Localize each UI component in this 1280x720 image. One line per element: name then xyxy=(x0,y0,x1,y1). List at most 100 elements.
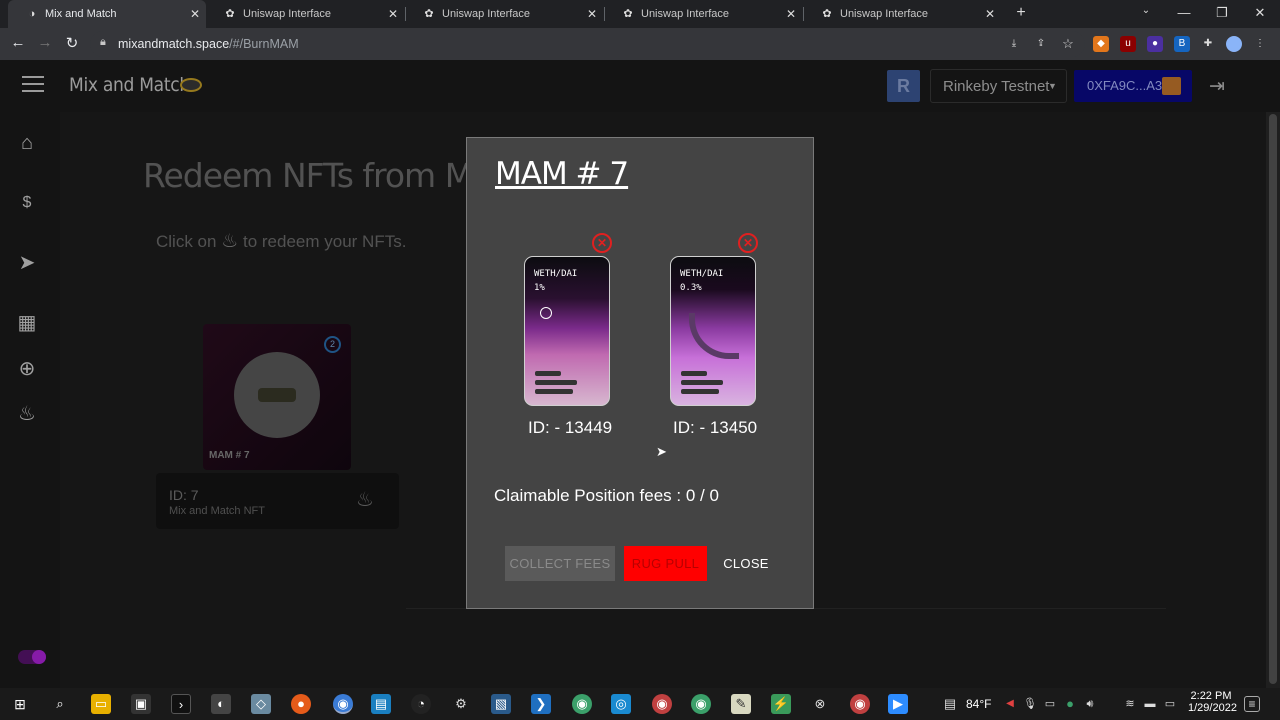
position-info-pill xyxy=(535,371,561,376)
tab-close-icon[interactable]: ✕ xyxy=(388,7,398,21)
position-id: ID: - 13450 xyxy=(673,418,758,437)
chrome-icon[interactable]: ◉ xyxy=(572,694,592,714)
new-tab-plus-icon[interactable]: + xyxy=(1011,4,1031,22)
remove-position-icon[interactable]: ✕ xyxy=(738,233,758,253)
tray-icon[interactable]: ● xyxy=(1060,694,1080,714)
news-widget-icon[interactable]: ▤ xyxy=(940,694,960,714)
mouse-cursor-icon: ➤ xyxy=(656,444,667,459)
position-pair: WETH/DAI xyxy=(680,269,724,279)
wifi-icon[interactable]: ≋ xyxy=(1120,694,1140,714)
tab-uniswap-3[interactable]: ✿ Uniswap Interface ✕ xyxy=(604,0,802,28)
clock[interactable]: 2:22 PM 1/29/2022 xyxy=(1188,690,1237,714)
mix-and-match-favicon-icon: ◑ xyxy=(28,8,36,20)
windows-taskbar: ⊞ ⌕ ▭ ▣ › ◐ ◇ ● ◉ ▤ ◔ ⚙ ▧ ❯ ◉ ◎ ◉ ◉ ✎ ⚡ … xyxy=(0,688,1280,720)
weather-temp[interactable]: 84°F xyxy=(966,697,991,711)
app-icon[interactable]: ▧ xyxy=(491,694,511,714)
tab-close-icon[interactable]: ✕ xyxy=(786,7,796,21)
clock-date: 1/29/2022 xyxy=(1188,702,1237,714)
tab-search-chevron-icon[interactable]: ⌄ xyxy=(1136,5,1156,16)
back-arrow-icon[interactable]: ← xyxy=(8,34,28,51)
tray-icon[interactable]: ▭ xyxy=(1040,694,1060,714)
browser-menu-icon[interactable]: ⋮ xyxy=(1252,36,1268,52)
position-fee: 1% xyxy=(534,283,545,293)
app-icon[interactable]: ✎ xyxy=(731,694,751,714)
clock-time: 2:22 PM xyxy=(1190,690,1232,702)
position-range-dot-icon xyxy=(540,307,552,319)
uniswap-favicon-icon: ✿ xyxy=(623,8,633,20)
remove-position-icon[interactable]: ✕ xyxy=(592,233,612,253)
store-icon[interactable]: ▣ xyxy=(131,694,151,714)
extensions-puzzle-icon[interactable]: ✚ xyxy=(1200,36,1216,52)
ublock-extension-icon[interactable]: u xyxy=(1120,36,1136,52)
uniswap-favicon-icon: ✿ xyxy=(225,8,235,20)
rug-pull-button[interactable]: RUG PULL xyxy=(624,546,707,581)
position-info-pill xyxy=(681,380,723,385)
position-modal: MAM # 7 WETH/DAI 1% ✕ ID: - 13449 WETH/D… xyxy=(466,137,814,609)
url-host: mixandmatch.space xyxy=(118,37,230,51)
tab-uniswap-2[interactable]: ✿ Uniswap Interface ✕ xyxy=(405,0,603,28)
settings-gear-icon[interactable]: ⚙ xyxy=(451,694,471,714)
collect-fees-button[interactable]: COLLECT FEES xyxy=(505,546,615,581)
app-icon[interactable]: ◎ xyxy=(611,694,631,714)
app-icon[interactable]: ⚡ xyxy=(771,694,791,714)
reload-icon[interactable]: ↻ xyxy=(62,34,82,52)
search-icon[interactable]: ⌕ xyxy=(50,694,70,714)
window-close-icon[interactable]: ✕ xyxy=(1250,5,1270,21)
tab-close-icon[interactable]: ✕ xyxy=(985,7,995,21)
app-icon[interactable]: ⊗ xyxy=(810,694,830,714)
zoom-icon[interactable]: ▶ xyxy=(888,694,908,714)
position-id: ID: - 13449 xyxy=(528,418,613,437)
position-fee: 0.3% xyxy=(680,283,702,293)
microphone-icon[interactable]: 🎙︎ xyxy=(1020,694,1040,714)
tab-mix-and-match[interactable]: ◑ Mix and Match ✕ xyxy=(8,0,206,28)
install-app-icon[interactable]: ⤓ xyxy=(1006,36,1022,52)
chrome-icon[interactable]: ◉ xyxy=(652,694,672,714)
position-card[interactable]: WETH/DAI 1% xyxy=(524,256,610,406)
uniswap-favicon-icon: ✿ xyxy=(424,8,434,20)
firefox-icon[interactable]: ● xyxy=(291,694,311,714)
browser-toolbar: ← → ↻ 🔒︎ mixandmatch.space/#/BurnMAM ⤓ ⇪… xyxy=(0,28,1280,60)
close-button[interactable]: CLOSE xyxy=(716,546,776,581)
extension-blue-icon[interactable]: B xyxy=(1174,36,1190,52)
chrome-icon[interactable]: ◉ xyxy=(333,694,353,714)
browser-tab-bar: ◑ Mix and Match ✕ ✿ Uniswap Interface ✕ … xyxy=(0,0,1280,28)
app-icon[interactable]: ◔ xyxy=(411,694,431,714)
volume-icon[interactable]: 🔊︎ xyxy=(1080,694,1100,714)
app-icon[interactable]: ▤ xyxy=(371,694,391,714)
app-icon[interactable]: ◐ xyxy=(211,694,231,714)
tab-title: Uniswap Interface xyxy=(641,8,730,20)
tray-arrow-icon[interactable]: ◀ xyxy=(1000,694,1020,714)
lock-icon[interactable]: 🔒︎ xyxy=(100,36,106,49)
app-icon[interactable]: ◇ xyxy=(251,694,271,714)
tab-close-icon[interactable]: ✕ xyxy=(587,7,597,21)
claimable-fees-text: Claimable Position fees : 0 / 0 xyxy=(494,486,719,505)
forward-arrow-icon[interactable]: → xyxy=(35,34,55,51)
terminal-icon[interactable]: › xyxy=(171,694,191,714)
minimize-icon[interactable]: — xyxy=(1174,5,1194,20)
file-explorer-icon[interactable]: ▭ xyxy=(91,694,111,714)
bookmark-star-icon[interactable]: ☆ xyxy=(1060,36,1076,52)
modal-title: MAM # 7 xyxy=(495,156,629,192)
notifications-icon[interactable]: ≡ xyxy=(1244,696,1260,712)
profile-avatar-icon[interactable] xyxy=(1226,36,1242,52)
vscode-icon[interactable]: ❯ xyxy=(531,694,551,714)
position-curve-icon xyxy=(689,313,739,359)
maximize-icon[interactable]: ❐ xyxy=(1212,5,1232,21)
metamask-extension-icon[interactable]: ◆ xyxy=(1093,36,1109,52)
address-bar[interactable]: 🔒︎ mixandmatch.space/#/BurnMAM xyxy=(90,31,1085,57)
chrome-icon[interactable]: ◉ xyxy=(691,694,711,714)
share-icon[interactable]: ⇪ xyxy=(1033,36,1049,52)
windows-start-icon[interactable]: ⊞ xyxy=(10,694,30,714)
tab-close-icon[interactable]: ✕ xyxy=(190,7,200,21)
chrome-icon[interactable]: ◉ xyxy=(850,694,870,714)
position-info-pill xyxy=(681,371,707,376)
position-pair: WETH/DAI xyxy=(534,269,578,279)
extension-purple-icon[interactable]: ● xyxy=(1147,36,1163,52)
tab-uniswap-4[interactable]: ✿ Uniswap Interface ✕ xyxy=(803,0,1001,28)
tab-uniswap-1[interactable]: ✿ Uniswap Interface ✕ xyxy=(206,0,404,28)
url-text[interactable]: mixandmatch.space/#/BurnMAM xyxy=(118,37,299,51)
tab-title: Uniswap Interface xyxy=(442,8,531,20)
battery-icon[interactable]: ▭ xyxy=(1160,694,1180,714)
position-card[interactable]: WETH/DAI 0.3% xyxy=(670,256,756,406)
tray-icon[interactable]: ▬ xyxy=(1140,694,1160,714)
